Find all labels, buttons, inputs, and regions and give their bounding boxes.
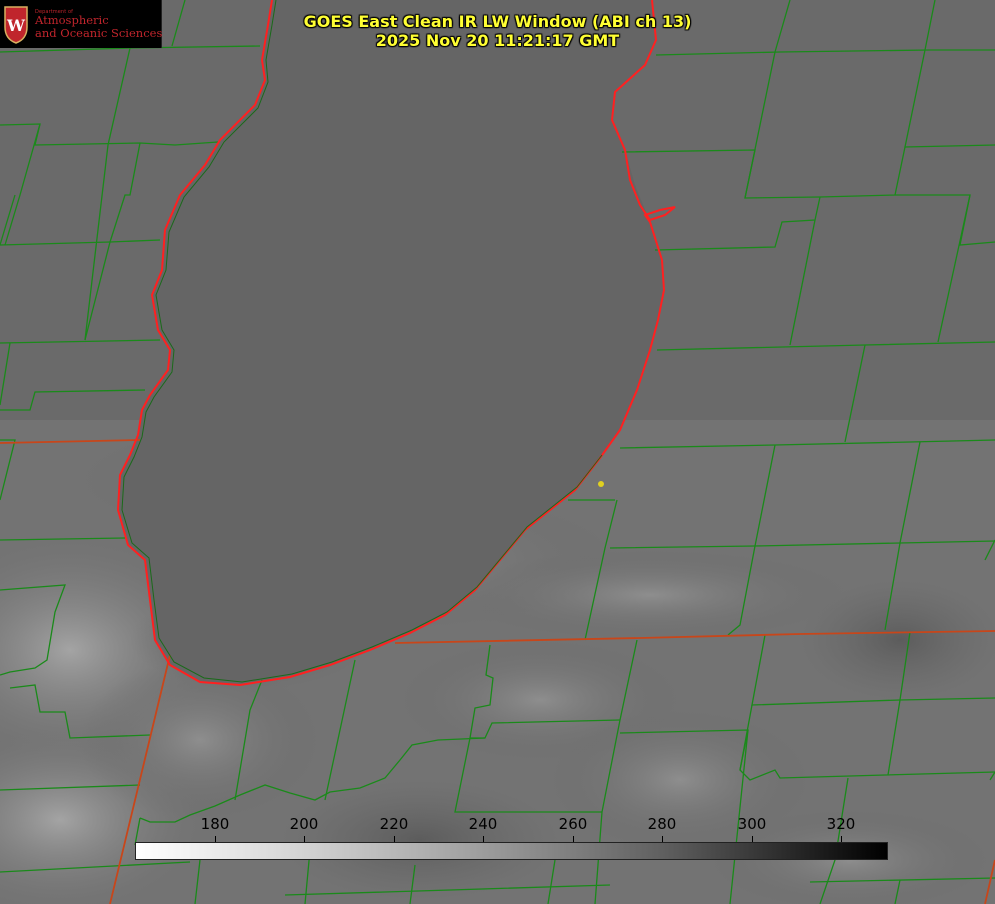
colorbar-tick-label: 200: [289, 815, 319, 833]
colorbar-tick-label: 220: [379, 815, 409, 833]
colorbar-tick-mark: [752, 836, 753, 842]
colorbar-tick-label: 240: [468, 815, 498, 833]
satellite-viewer: W Department of Atmospheric and Oceanic …: [0, 0, 995, 904]
colorbar-tick-mark: [394, 836, 395, 842]
colorbar-tick-mark: [215, 836, 216, 842]
colorbar: [135, 842, 888, 860]
station-marker: [598, 481, 604, 487]
colorbar-tick-label: 280: [647, 815, 677, 833]
colorbar-tick-mark: [573, 836, 574, 842]
ir-satellite-map: [0, 0, 995, 904]
colorbar-tick-mark: [483, 836, 484, 842]
colorbar-tick-label: 320: [826, 815, 856, 833]
image-title: GOES East Clean IR LW Window (ABI ch 13)…: [0, 12, 995, 50]
title-timestamp: 2025 Nov 20 11:21:17 GMT: [375, 31, 620, 50]
colorbar-tick-label: 260: [558, 815, 588, 833]
colorbar-tick-mark: [662, 836, 663, 842]
colorbar-tick-label: 300: [737, 815, 767, 833]
colorbar-tick-mark: [841, 836, 842, 842]
title-product: GOES East Clean IR LW Window (ABI ch 13): [303, 12, 692, 31]
colorbar-tick-label: 180: [200, 815, 230, 833]
colorbar-tick-mark: [304, 836, 305, 842]
